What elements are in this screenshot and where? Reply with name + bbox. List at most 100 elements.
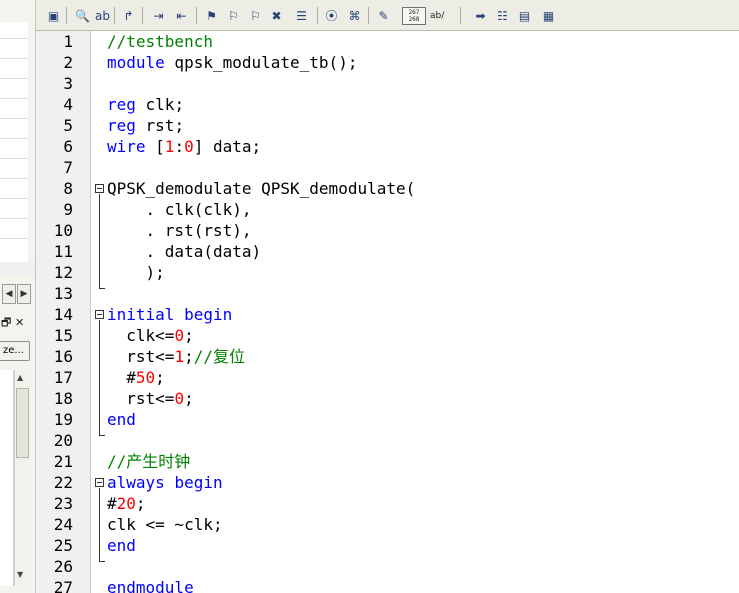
- code-line[interactable]: . data(data): [107, 241, 262, 262]
- bookmark-next-icon[interactable]: ⚐: [225, 7, 242, 24]
- code-token: #: [107, 368, 136, 387]
- code-line[interactable]: rst<=1;//复位: [107, 346, 245, 367]
- code-token: 0: [184, 137, 194, 156]
- code-token: clk;: [135, 95, 185, 114]
- fold-toggle-icon[interactable]: [95, 184, 104, 193]
- line-number: 1: [63, 32, 73, 51]
- window-icon[interactable]: ▣: [45, 7, 62, 24]
- code-line[interactable]: module qpsk_modulate_tb();: [107, 52, 357, 73]
- close-icon[interactable]: ✕: [15, 317, 24, 328]
- line-number: 22: [53, 473, 73, 492]
- code-editor[interactable]: 1 2 3 4 5 6 7 8 9 10 11 12 13 14 15 16 17 18 19 20 21 22 23 24 2…: [36, 31, 739, 593]
- grid-line: [0, 138, 28, 139]
- code-token: );: [107, 263, 165, 282]
- scroll-up-arrow-icon[interactable]: ▲: [17, 373, 23, 382]
- code-token: always: [107, 473, 165, 492]
- code-token: . clk(clk),: [107, 200, 252, 219]
- replace-icon[interactable]: ab: [94, 7, 111, 24]
- code-token: #: [107, 494, 117, 513]
- code-line[interactable]: #20;: [107, 493, 146, 514]
- toolbar-separator: [142, 7, 143, 24]
- toolbar-separator: [66, 7, 67, 24]
- code-line[interactable]: wire [1:0] data;: [107, 136, 261, 157]
- line-number: 18: [53, 389, 73, 408]
- line-number: 21: [53, 452, 73, 471]
- code-token: end: [107, 410, 136, 429]
- fold-end: [99, 561, 105, 562]
- scroll-thumb[interactable]: [16, 388, 29, 458]
- code-token: endmodule: [107, 578, 194, 593]
- code-token: rst<=: [107, 347, 175, 366]
- line-number: 12: [53, 263, 73, 282]
- line-number: 8: [63, 179, 73, 198]
- grid-line: [0, 58, 28, 59]
- code-line[interactable]: //产生时钟: [107, 451, 190, 472]
- code-line[interactable]: initial begin: [107, 304, 232, 325]
- code-line[interactable]: rst<=0;: [107, 388, 193, 409]
- code-line[interactable]: . rst(rst),: [107, 220, 252, 241]
- outdent-icon[interactable]: ⇤: [173, 7, 190, 24]
- code-line[interactable]: reg clk;: [107, 94, 184, 115]
- size-button[interactable]: ze...: [0, 341, 30, 361]
- fold-toggle-icon[interactable]: [95, 310, 104, 319]
- scroll-down-arrow-icon[interactable]: ▼: [17, 570, 23, 579]
- code-line[interactable]: . clk(clk),: [107, 199, 252, 220]
- line-number: 16: [53, 347, 73, 366]
- code-token: 50: [135, 368, 156, 387]
- panel-icon[interactable]: ▤: [516, 7, 533, 24]
- restore-icon[interactable]: 🗗: [1, 317, 11, 328]
- goto-icon[interactable]: ↱: [120, 7, 137, 24]
- code-line[interactable]: QPSK_demodulate QPSK_demodulate(: [107, 178, 415, 199]
- list-icon[interactable]: ☷: [494, 7, 511, 24]
- fold-line: [99, 488, 100, 562]
- toolbar-separator: [368, 7, 369, 24]
- scroll-right-arrow-icon[interactable]: ▶: [17, 284, 31, 304]
- arrow-right-icon[interactable]: ➡: [472, 7, 489, 24]
- code-token: begin: [174, 473, 223, 492]
- scroll-icon[interactable]: ⌘: [346, 7, 363, 24]
- code-token: ] data;: [193, 137, 262, 156]
- grid-line: [0, 158, 28, 159]
- code-line[interactable]: clk <= ~clk;: [107, 514, 223, 535]
- bookmark-prev-icon[interactable]: ⚐: [247, 7, 264, 24]
- code-line[interactable]: //testbench: [107, 31, 213, 52]
- panel-list-secondary[interactable]: [0, 370, 14, 586]
- code-token: :: [174, 137, 185, 156]
- code-line[interactable]: );: [107, 262, 165, 283]
- line-number: 15: [53, 326, 73, 345]
- panel-active-icon[interactable]: ▦: [540, 7, 557, 24]
- toolbar-separator: [460, 7, 461, 24]
- spellcheck-icon[interactable]: ✎: [375, 7, 392, 24]
- vertical-scrollbar[interactable]: ▲ ▼: [14, 370, 30, 586]
- bookmark-clear-icon[interactable]: ✖: [268, 7, 285, 24]
- code-line[interactable]: end: [107, 535, 136, 556]
- horizontal-scrollbar[interactable]: [0, 262, 35, 276]
- bookmark-icon[interactable]: ⚑: [203, 7, 220, 24]
- line-number: 19: [53, 410, 73, 429]
- grid-line: [0, 38, 28, 39]
- clip-icon[interactable]: ⦿: [323, 7, 340, 24]
- line-count-button[interactable]: 267 268: [402, 7, 426, 25]
- fold-end: [99, 435, 105, 436]
- left-docked-panel: ◀ ▶ 🗗 ✕ ze... ▲ ▼: [0, 0, 36, 593]
- code-token: ;: [184, 326, 194, 345]
- find-icon[interactable]: 🔍: [74, 7, 91, 24]
- ab-toggle-button[interactable]: ab/: [430, 11, 444, 21]
- code-line[interactable]: reg rst;: [107, 115, 184, 136]
- scroll-left-arrow-icon[interactable]: ◀: [2, 284, 16, 304]
- code-line[interactable]: always begin: [107, 472, 223, 493]
- fold-toggle-icon[interactable]: [95, 478, 104, 487]
- code-line[interactable]: clk<=0;: [107, 325, 194, 346]
- code-line[interactable]: #50;: [107, 367, 165, 388]
- code-token: initial: [107, 305, 175, 324]
- code-token: . data(data): [107, 242, 262, 261]
- bookmark-list-icon[interactable]: ☰: [293, 7, 310, 24]
- code-token: wire: [107, 137, 146, 156]
- indent-icon[interactable]: ⇥: [150, 7, 167, 24]
- code-token: ;: [184, 347, 194, 366]
- code-token: QPSK_demodulate QPSK_demodulate(: [107, 179, 416, 198]
- code-line[interactable]: endmodule: [107, 577, 194, 593]
- code-line[interactable]: end: [107, 409, 136, 430]
- line-number: 14: [53, 305, 73, 324]
